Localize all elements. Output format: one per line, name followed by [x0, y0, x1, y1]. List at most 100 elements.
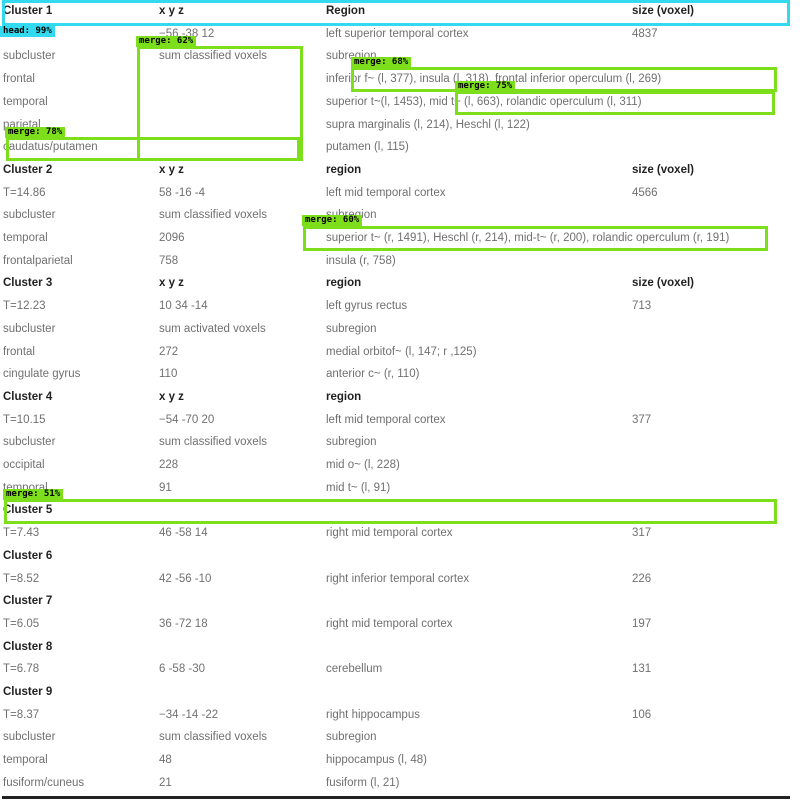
cell-region: putamen (l, 115) [326, 141, 409, 154]
cell-xyz: 46 -58 14 [159, 527, 208, 540]
cell-size: size (voxel) [632, 277, 694, 290]
cell-xyz: 228 [159, 459, 179, 471]
cell-xyz: x y z [159, 277, 184, 290]
cell-region: region [326, 277, 362, 290]
cell-xyz: 272 [159, 345, 179, 358]
cluster-header-row: Cluster 2 x y z region size (voxel) [2, 160, 790, 182]
cell-term: Cluster 7 [3, 595, 53, 608]
cell-term: T=12.23 [3, 300, 46, 313]
table-row: T=10.15 −54 -70 20 left mid temporal corte… [2, 410, 790, 432]
table-bottom-rule [2, 796, 790, 799]
cell-term: subcluster [3, 209, 56, 222]
table-row: frontal 272 medial orbitof~ (l, 147; r ,12… [2, 342, 790, 364]
cell-region: left mid temporal cortex [326, 186, 446, 199]
cluster-header-row: Cluster 7 [2, 591, 790, 613]
cell-term: Cluster 2 [3, 163, 53, 176]
table-row: temporal 91 mid t~ (l, 91) [2, 478, 790, 500]
cell-region: right mid temporal cortex [326, 527, 453, 540]
cell-region: region [326, 390, 362, 403]
detection-tag-merge-78: merge: 78% [5, 127, 66, 138]
cell-term: Cluster 8 [3, 640, 53, 653]
cell-region: left mid temporal cortex [326, 413, 446, 426]
cell-size: 317 [632, 527, 652, 540]
cell-term: frontal [3, 345, 35, 358]
cluster-header-row: Cluster 3 x y z region size (voxel) [2, 273, 790, 295]
table-row: subclustersum classified voxelssubregion [2, 205, 790, 227]
cell-term: Cluster 4 [3, 390, 53, 403]
table-row: T=...−56 -38 12left superior temporal co… [2, 24, 790, 46]
cell-term: T=6.78 [3, 663, 40, 676]
table-row: T=7.43 46 -58 14 right mid temporal cortex… [2, 523, 790, 545]
cell-term: temporal [3, 754, 48, 767]
table-row: subcluster sum activated voxels subregion [2, 319, 790, 341]
cell-region: right inferior temporal cortex [326, 572, 470, 585]
cell-xyz: 10 34 -14 [159, 300, 208, 313]
cell-xyz: sum classified voxels [159, 731, 268, 744]
cell-size: size (voxel) [632, 163, 694, 176]
cell-xyz: 91 [159, 481, 172, 494]
cell-size: 377 [632, 413, 652, 426]
cell-term: T=6.05 [3, 617, 40, 630]
detection-box-merge-78 [6, 137, 300, 161]
cell-xyz: 758 [159, 254, 179, 267]
cell-size: 713 [632, 300, 652, 313]
detection-box-merge-75 [455, 91, 775, 115]
cell-term: cingulate gyrus [3, 368, 81, 381]
cell-region: medial orbitof~ (l, 147; r ,125) [326, 345, 477, 358]
cell-term: T=14.86 [3, 186, 46, 199]
table-row: T=12.23 10 34 -14 left gyrus rectus 713 [2, 296, 790, 318]
cell-term: Cluster 3 [3, 277, 53, 290]
cell-region: anterior c~ (r, 110) [326, 368, 420, 381]
table-row: T=6.78 6 -58 -30 cerebellum 131 [2, 659, 790, 681]
detection-box-merge-51 [4, 499, 777, 524]
cell-term: subcluster [3, 436, 56, 449]
cell-term: frontalparietal [3, 254, 73, 267]
table-row: occipital 228 mid o~ (l, 228) [2, 455, 790, 477]
cell-xyz: 110 [159, 368, 178, 381]
cell-xyz: −34 -14 -22 [159, 708, 219, 721]
cell-region: supra marginalis (l, 214), Heschl (l, 12… [326, 118, 530, 131]
table-row: frontalparietal 758 insula (r, 758) [2, 251, 790, 273]
detection-tag-merge-68: merge: 68% [351, 57, 412, 68]
cell-term: occipital [3, 459, 45, 471]
detection-tag-merge-75: merge: 75% [455, 81, 516, 92]
detection-box-head [2, 0, 790, 26]
cell-xyz: 42 -56 -10 [159, 572, 212, 585]
cell-term: Cluster 6 [3, 549, 53, 562]
cell-term: T=8.37 [3, 708, 40, 721]
table-row: T=14.86 58 -16 -4 left mid temporal cortex… [2, 183, 790, 205]
cell-region: fusiform (l, 21) [326, 776, 400, 789]
cell-term: temporal [3, 232, 48, 244]
detection-box-merge-68 [351, 67, 777, 92]
table-row: parietal supra marginalis (l, 214), Hesch… [2, 115, 790, 137]
detection-tag-merge-62: merge: 62% [136, 36, 197, 47]
cell-xyz: 2096 [159, 232, 185, 244]
cell-xyz: x y z [159, 163, 184, 176]
cluster-header-row: Cluster 8 [2, 637, 790, 659]
cell-region: hippocampus (l, 48) [326, 754, 427, 767]
cluster-header-row: Cluster 6 [2, 546, 790, 568]
detection-tag-merge-51: merge: 51% [3, 489, 64, 500]
cell-term: fusiform/cuneus [3, 776, 85, 789]
table-row: temporal 48 hippocampus (l, 48) [2, 750, 790, 772]
cell-xyz: sum classified voxels [159, 209, 268, 222]
cell-xyz: −54 -70 20 [159, 413, 215, 426]
detection-box-merge-60 [303, 226, 768, 251]
cell-term: T=8.52 [3, 572, 40, 585]
cell-xyz: 48 [159, 754, 172, 767]
table-row: fusiform/cuneus 21 fusiform (l, 21) [2, 773, 790, 795]
table-row: subclustersum classified voxelssubregion [2, 432, 790, 454]
cell-region: right mid temporal cortex [326, 617, 453, 630]
cell-xyz: 58 -16 -4 [159, 186, 206, 199]
cell-region: cerebellum [326, 663, 383, 676]
cell-term: T=10.15 [3, 413, 46, 426]
cell-size: 106 [632, 708, 652, 721]
table-row: cingulate gyrus 110 anterior c~ (r, 110) [2, 364, 790, 386]
cell-size: 131 [632, 663, 652, 676]
cell-size: 4837 [632, 27, 658, 40]
cell-term: frontal [3, 73, 35, 86]
cell-term: temporal [3, 95, 48, 108]
cell-xyz: x y z [159, 390, 184, 403]
cell-region: insula (r, 758) [326, 254, 396, 267]
cell-size: 197 [632, 617, 652, 630]
